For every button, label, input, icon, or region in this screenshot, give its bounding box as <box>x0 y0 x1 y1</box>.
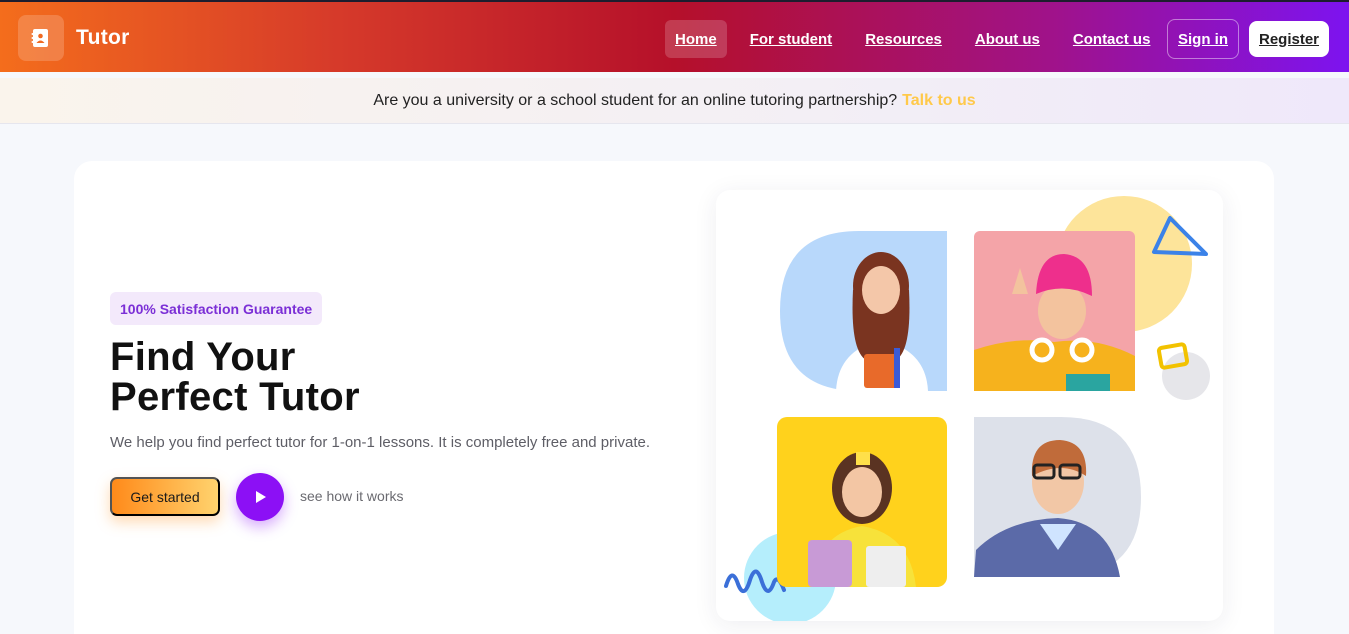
hero-subtitle: We help you find perfect tutor for 1-on-… <box>110 434 650 451</box>
tutor-photo-4 <box>974 417 1141 577</box>
top-navbar: Tutor Home For student Resources About u… <box>0 0 1349 72</box>
play-video-button[interactable] <box>236 473 284 521</box>
tutor-photos-panel <box>716 190 1223 621</box>
sign-in-button[interactable]: Sign in <box>1167 19 1239 59</box>
see-how-it-works-link[interactable]: see how it works <box>300 488 403 504</box>
main-nav: Home For student Resources About us Cont… <box>665 20 1173 58</box>
talk-to-us-link[interactable]: Talk to us <box>902 92 976 110</box>
tutor-photo-3 <box>777 417 947 587</box>
brand-name: Tutor <box>76 26 130 49</box>
nav-link-about-us[interactable]: About us <box>965 20 1050 58</box>
nav-link-contact-us[interactable]: Contact us <box>1063 20 1161 58</box>
satisfaction-badge: 100% Satisfaction Guarantee <box>110 292 323 325</box>
hero-title: Find Your Perfect Tutor <box>110 337 360 417</box>
contact-book-icon <box>18 15 64 61</box>
register-button[interactable]: Register <box>1249 21 1329 57</box>
tutor-photo-2 <box>974 231 1135 391</box>
announcement-text: Are you a university or a school student… <box>373 91 898 109</box>
hero-card: 100% Satisfaction Guarantee Find Your Pe… <box>74 161 1274 634</box>
nav-link-home[interactable]: Home <box>665 20 727 58</box>
announcement-bar: Are you a university or a school student… <box>0 78 1349 124</box>
hero-title-line2: Perfect Tutor <box>110 375 360 419</box>
hero-title-line1: Find Your <box>110 335 296 379</box>
nav-link-resources[interactable]: Resources <box>855 20 952 58</box>
play-icon <box>256 491 266 503</box>
nav-link-for-student[interactable]: For student <box>740 20 843 58</box>
brand-logo[interactable]: Tutor <box>18 15 130 61</box>
get-started-button[interactable]: Get started <box>110 477 220 516</box>
tutor-collage-illustration <box>724 196 1210 621</box>
tutor-photo-1 <box>780 231 947 391</box>
